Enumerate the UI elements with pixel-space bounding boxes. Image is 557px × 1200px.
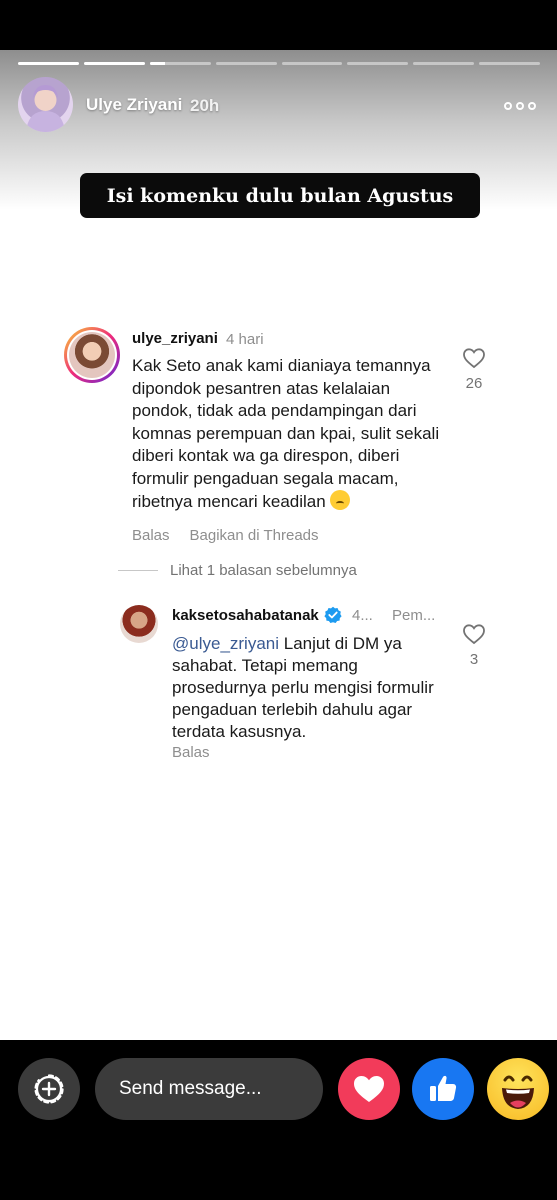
- haha-reaction-button[interactable]: [487, 1058, 549, 1120]
- story-header: Ulye Zriyani 20h: [18, 75, 540, 135]
- reply-timestamp: 4...: [352, 607, 373, 624]
- comment-timestamp: 4 hari: [226, 331, 264, 348]
- comment-like-count: 26: [465, 375, 483, 392]
- thumbs-up-icon: [430, 1075, 457, 1101]
- progress-segment: [83, 62, 145, 65]
- reply-like-count: 3: [469, 651, 479, 668]
- reply-avatar[interactable]: [120, 605, 158, 643]
- mention-link[interactable]: @ulye_zriyani: [172, 634, 279, 653]
- send-message-input[interactable]: Send message...: [95, 1058, 323, 1120]
- comment-avatar[interactable]: [64, 327, 120, 383]
- progress-segment: [281, 62, 343, 65]
- progress-segment: [479, 62, 540, 65]
- progress-segment: [347, 62, 409, 65]
- heart-icon[interactable]: [462, 347, 486, 369]
- comment-actions: Balas Bagikan di Threads: [132, 527, 319, 544]
- divider-line: [118, 570, 158, 571]
- view-replies-label[interactable]: Lihat 1 balasan sebelumnya: [170, 562, 357, 579]
- heart-icon: [354, 1076, 384, 1102]
- avatar-image: [26, 85, 65, 132]
- reply-text: @ulye_zriyani Lanjut di DM ya sahabat. T…: [172, 633, 447, 743]
- status-area: [0, 0, 557, 50]
- like-reaction-button[interactable]: [412, 1058, 474, 1120]
- comment-username[interactable]: ulye_zriyani: [132, 330, 218, 347]
- reply-username[interactable]: kaksetosahabatanak: [172, 607, 319, 624]
- story-avatar[interactable]: [18, 77, 73, 132]
- story-progress-bar: [18, 62, 540, 66]
- share-threads-button[interactable]: Bagikan di Threads: [190, 527, 319, 544]
- progress-segment: [149, 62, 211, 65]
- love-reaction-button[interactable]: [338, 1058, 400, 1120]
- laughing-face-icon: [502, 1075, 534, 1109]
- reply-button[interactable]: Balas: [172, 744, 210, 761]
- reply-button[interactable]: Balas: [132, 527, 170, 544]
- story-timestamp: 20h: [190, 96, 220, 115]
- verified-badge-icon: [324, 606, 342, 623]
- view-previous-replies[interactable]: Lihat 1 balasan sebelumnya: [118, 562, 357, 579]
- comment-text: Kak Seto anak kami dianiaya temannya dip…: [132, 355, 442, 514]
- comment-body: Kak Seto anak kami dianiaya temannya dip…: [132, 356, 440, 511]
- story-caption: Isi komenku dulu bulan Agustus: [80, 173, 480, 218]
- avatar-image: [69, 332, 115, 378]
- story-reply-bar: Send message...: [0, 1040, 557, 1200]
- add-circle-icon: [34, 1074, 64, 1104]
- story-viewer[interactable]: Ulye Zriyani 20h Isi komenku dulu bulan …: [0, 50, 557, 1040]
- progress-fill: [83, 62, 145, 65]
- progress-fill: [18, 62, 79, 65]
- author-badge: Pem...: [392, 607, 436, 624]
- sad-face-emoji: [330, 490, 351, 510]
- heart-icon[interactable]: [462, 623, 486, 645]
- progress-segment: [413, 62, 475, 65]
- add-media-button[interactable]: [18, 1058, 80, 1120]
- progress-fill: [149, 62, 165, 65]
- reply-username-row: kaksetosahabatanak: [172, 606, 342, 624]
- progress-segment: [215, 62, 277, 65]
- progress-segment: [18, 62, 79, 65]
- story-username[interactable]: Ulye Zriyani: [86, 95, 182, 115]
- more-horizontal-icon[interactable]: [504, 99, 540, 113]
